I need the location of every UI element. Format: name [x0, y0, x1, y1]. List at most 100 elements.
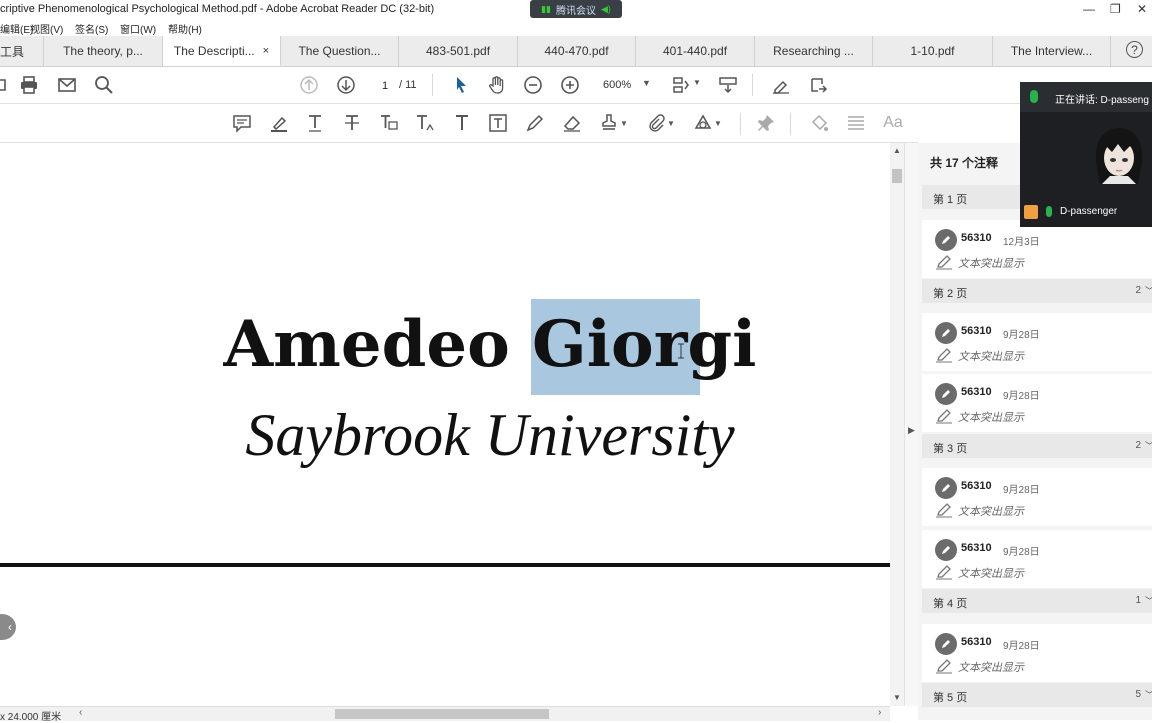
chevron-down-icon[interactable]: ▼: [693, 78, 701, 87]
search-icon[interactable]: [93, 75, 115, 95]
tab-the-descriptive[interactable]: The Descripti... ×: [163, 36, 281, 66]
chevron-down-icon[interactable]: ▼: [620, 119, 628, 128]
chevron-down-icon[interactable]: ﹀: [1145, 688, 1152, 701]
zoom-in-icon[interactable]: [559, 75, 581, 95]
scroll-left-icon[interactable]: ‹: [79, 707, 82, 718]
previous-page-button[interactable]: ‹: [0, 614, 16, 640]
comment-item[interactable]: 56310 9月28日 文本突出显示: [922, 374, 1152, 432]
tab-researching[interactable]: Researching ...: [755, 36, 873, 66]
comment-icon[interactable]: [231, 113, 253, 133]
font-icon[interactable]: Aa: [882, 113, 904, 133]
page-group-header[interactable]: 第 3 页 2 ﹀: [922, 434, 1152, 458]
tab-the-theory[interactable]: The theory, p...: [44, 36, 163, 66]
document-page[interactable]: Amedeo Giorgi Saybrook University ‹: [0, 143, 890, 706]
comment-user: 56310: [961, 636, 992, 648]
comment-item[interactable]: 56310 9月28日 文本突出显示: [922, 313, 1152, 371]
toolbar-divider: [790, 113, 791, 135]
chevron-down-icon[interactable]: ﹀: [1145, 284, 1152, 297]
menu-sign[interactable]: 签名(S): [75, 21, 108, 36]
menu-window[interactable]: 窗口(W): [120, 21, 156, 36]
minimize-button[interactable]: —: [1083, 2, 1095, 16]
eraser-icon[interactable]: [561, 113, 583, 133]
chevron-right-icon[interactable]: ▶: [908, 425, 915, 436]
tab-1-10[interactable]: 1-10.pdf: [873, 36, 993, 66]
insert-text-icon[interactable]: [414, 113, 436, 133]
page-group-count: 1: [1135, 595, 1141, 606]
fit-page-icon[interactable]: [670, 75, 692, 95]
tab-the-question[interactable]: The Question...: [281, 36, 399, 66]
scrollbar-thumb[interactable]: [892, 169, 902, 183]
panel-collapse-strip[interactable]: ▶: [904, 143, 919, 706]
lines-icon[interactable]: [845, 113, 867, 133]
mail-icon[interactable]: [56, 75, 78, 95]
zoom-level[interactable]: 600%: [603, 79, 631, 91]
sign-icon[interactable]: [770, 75, 792, 95]
vertical-scrollbar[interactable]: ▲ ▼: [890, 143, 904, 706]
comment-item[interactable]: 56310 9月28日 文本突出显示: [922, 468, 1152, 526]
help-icon[interactable]: ?: [1126, 41, 1143, 58]
hand-icon[interactable]: [486, 75, 508, 95]
comment-date: 9月28日: [1003, 485, 1040, 496]
stamp-icon[interactable]: [598, 113, 620, 133]
comment-type: 文本突出显示: [958, 662, 1024, 674]
highlight-icon[interactable]: [268, 113, 290, 133]
chevron-down-icon[interactable]: ﹀: [1145, 439, 1152, 452]
scroll-down-icon[interactable]: ▼: [893, 693, 901, 702]
add-text-icon[interactable]: [451, 113, 473, 133]
video-call-overlay[interactable]: 正在讲话: D-passeng D-passenger: [1020, 82, 1152, 227]
menu-edit[interactable]: 编辑(E): [0, 21, 33, 36]
comment-item[interactable]: 56310 9月28日 文本突出显示: [922, 624, 1152, 682]
page-group-header[interactable]: 第 4 页 1 ﹀: [922, 589, 1152, 613]
close-tab-icon[interactable]: ×: [263, 45, 269, 57]
page-group-header[interactable]: 第 5 页 5 ﹀: [922, 683, 1152, 707]
scroll-up-icon[interactable]: ▲: [893, 146, 901, 155]
comment-item[interactable]: 56310 9月28日 文本突出显示: [922, 530, 1152, 588]
share-icon[interactable]: [807, 75, 829, 95]
shapes-icon[interactable]: [692, 113, 714, 133]
page-group-header[interactable]: 第 2 页 2 ﹀: [922, 279, 1152, 303]
close-window-button[interactable]: ✕: [1137, 2, 1147, 16]
tab-401-440[interactable]: 401-440.pdf: [636, 36, 755, 66]
meeting-badge[interactable]: ▮▮ 腾讯会议 ◀): [530, 0, 622, 18]
page-down-icon[interactable]: [335, 75, 357, 95]
comment-date: 12月3日: [1003, 237, 1040, 248]
user-icon: [1024, 205, 1038, 219]
chevron-down-icon[interactable]: ▼: [642, 78, 651, 88]
text-box-icon[interactable]: [487, 113, 509, 133]
tab-label: 工具: [0, 44, 25, 59]
menu-help[interactable]: 帮助(H): [168, 21, 202, 36]
menu-view[interactable]: 视图(V): [30, 21, 63, 36]
comment-item[interactable]: 56310 12月3日 文本突出显示: [922, 220, 1152, 278]
scroll-mode-icon[interactable]: [717, 75, 739, 95]
chevron-down-icon[interactable]: ▼: [667, 119, 675, 128]
comment-type: 文本突出显示: [958, 568, 1024, 580]
page-up-icon[interactable]: [298, 75, 320, 95]
print-icon[interactable]: [18, 75, 40, 95]
tab-the-interview[interactable]: The Interview...: [993, 36, 1111, 66]
chevron-down-icon[interactable]: ﹀: [1145, 594, 1152, 607]
chevron-down-icon[interactable]: ▼: [714, 119, 722, 128]
toolbar-divider: [752, 74, 753, 96]
text-underline-icon[interactable]: [304, 113, 326, 133]
pin-icon[interactable]: [755, 113, 777, 133]
tab-440-470[interactable]: 440-470.pdf: [518, 36, 636, 66]
highlight-avatar-icon: [935, 633, 957, 655]
zoom-out-icon[interactable]: [522, 75, 544, 95]
comment-type: 文本突出显示: [958, 258, 1024, 270]
attach-icon[interactable]: [645, 113, 667, 133]
tab-tools[interactable]: 工具: [0, 36, 44, 66]
toolbar-divider: [740, 113, 741, 135]
scroll-right-icon[interactable]: ›: [878, 707, 881, 718]
save-icon[interactable]: [0, 75, 10, 95]
maximize-button[interactable]: ❐: [1110, 2, 1121, 16]
fill-icon[interactable]: [808, 113, 830, 133]
select-arrow-icon[interactable]: [450, 75, 472, 95]
page-number-input[interactable]: [373, 77, 397, 94]
replace-text-icon[interactable]: [378, 113, 400, 133]
pencil-icon[interactable]: [524, 113, 546, 133]
horizontal-scrollbar-thumb[interactable]: [335, 709, 549, 719]
text-strike-icon[interactable]: [341, 113, 363, 133]
tab-483-501[interactable]: 483-501.pdf: [399, 36, 518, 66]
comments-panel: 共 17 个注释 第 1 页 56310 12月3日 文本突出显示 第 2 页 …: [918, 143, 1152, 720]
text-cursor-icon: [678, 343, 684, 359]
